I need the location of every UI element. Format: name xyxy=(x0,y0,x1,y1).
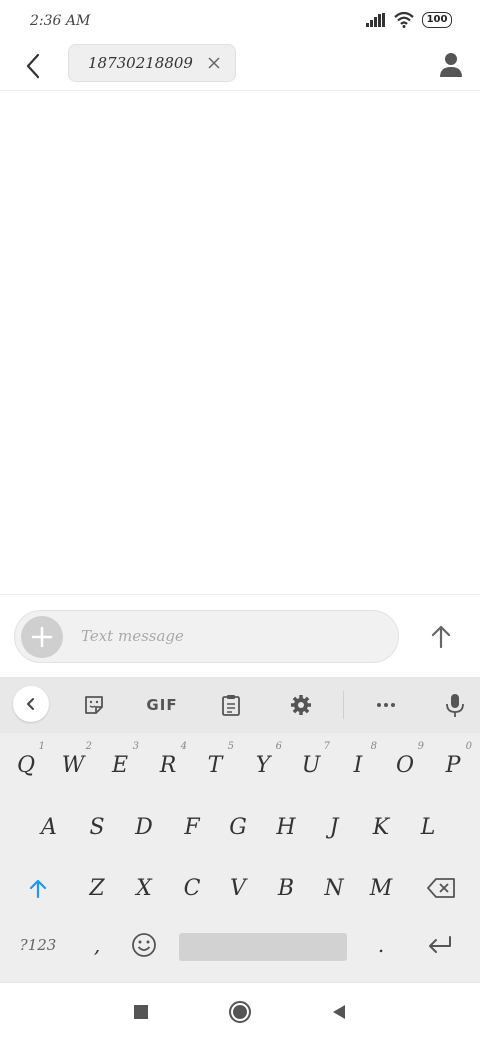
microphone-icon xyxy=(446,694,464,717)
emoji-key[interactable] xyxy=(122,917,166,973)
comma-key[interactable]: , xyxy=(75,917,119,973)
system-nav-bar xyxy=(0,982,480,1041)
shift-key[interactable] xyxy=(16,860,60,916)
enter-key[interactable] xyxy=(418,917,462,973)
contact-button[interactable] xyxy=(436,50,466,80)
sticker-icon xyxy=(85,696,103,714)
key-i[interactable]: I8 xyxy=(336,737,380,793)
key-row-2: A S D F G H J K L xyxy=(0,799,480,859)
triangle-back-icon xyxy=(333,1005,345,1019)
space-key[interactable] xyxy=(179,933,347,961)
gif-label: GIF xyxy=(146,696,178,714)
key-j[interactable]: J xyxy=(312,799,356,855)
attach-button[interactable] xyxy=(21,616,63,658)
key-b[interactable]: B xyxy=(264,860,308,916)
plus-icon xyxy=(31,626,53,648)
key-hint: 9 xyxy=(417,741,424,752)
key-n[interactable]: N xyxy=(312,860,356,916)
wifi-icon xyxy=(394,12,414,28)
backspace-key[interactable] xyxy=(420,860,464,916)
compose-area xyxy=(0,594,480,677)
key-k[interactable]: K xyxy=(359,799,403,855)
home-button[interactable] xyxy=(227,999,253,1025)
key-t[interactable]: T5 xyxy=(193,737,237,793)
key-z[interactable]: Z xyxy=(75,860,119,916)
key-hint: 4 xyxy=(180,741,187,752)
sticker-button[interactable] xyxy=(78,689,110,721)
key-x[interactable]: X xyxy=(122,860,166,916)
key-f[interactable]: F xyxy=(170,799,214,855)
nav-back-button[interactable] xyxy=(326,999,352,1025)
remove-recipient-icon[interactable] xyxy=(207,56,221,70)
key-r[interactable]: R4 xyxy=(146,737,190,793)
key-h[interactable]: H xyxy=(264,799,308,855)
key-hint: 2 xyxy=(85,741,92,752)
send-button[interactable] xyxy=(424,619,458,653)
status-time: 2:36 AM xyxy=(30,13,91,29)
key-hint: 0 xyxy=(465,741,472,752)
period-key[interactable]: . xyxy=(359,917,403,973)
key-l[interactable]: L xyxy=(406,799,450,855)
shift-arrow-icon xyxy=(29,879,47,899)
key-m[interactable]: M xyxy=(359,860,403,916)
message-thread xyxy=(0,91,480,594)
key-v[interactable]: V xyxy=(216,860,260,916)
key-y[interactable]: Y6 xyxy=(241,737,285,793)
keyboard-toolbar: GIF xyxy=(0,677,480,733)
app-bar: 18730218809 xyxy=(0,42,480,91)
more-options-button[interactable] xyxy=(370,689,402,721)
more-horizontal-icon xyxy=(377,703,395,707)
toolbar-collapse-button[interactable] xyxy=(13,686,49,722)
message-input[interactable] xyxy=(81,623,381,649)
recipient-number: 18730218809 xyxy=(88,54,193,72)
recents-button[interactable] xyxy=(128,999,154,1025)
key-hint: 6 xyxy=(275,741,282,752)
key-q[interactable]: Q1 xyxy=(4,737,48,793)
signal-icon xyxy=(366,13,385,27)
status-bar: 2:36 AM 100 xyxy=(0,0,480,42)
send-arrow-icon xyxy=(431,625,451,649)
key-c[interactable]: C xyxy=(170,860,214,916)
key-hint: 5 xyxy=(227,741,234,752)
compose-box xyxy=(14,610,399,663)
key-g[interactable]: G xyxy=(216,799,260,855)
key-o[interactable]: O9 xyxy=(383,737,427,793)
key-hint: 7 xyxy=(323,741,330,752)
settings-button[interactable] xyxy=(285,689,317,721)
symbols-key[interactable]: ?123 xyxy=(16,917,60,973)
key-w[interactable]: W2 xyxy=(51,737,95,793)
key-hint: 8 xyxy=(370,741,377,752)
back-arrow-icon xyxy=(26,53,40,79)
enter-icon xyxy=(429,936,451,953)
key-hint: 1 xyxy=(38,741,45,752)
square-icon xyxy=(134,1005,148,1019)
status-icons: 100 xyxy=(366,12,452,28)
home-circle-icon xyxy=(229,1001,251,1023)
chevron-left-icon xyxy=(27,698,34,710)
back-button[interactable] xyxy=(18,50,50,82)
key-row-1: Q1 W2 E3 R4 T5 Y6 U7 I8 O9 P0 xyxy=(0,737,480,797)
emoji-icon xyxy=(132,933,156,957)
key-a[interactable]: A xyxy=(27,799,71,855)
battery-indicator: 100 xyxy=(422,12,452,28)
key-p[interactable]: P0 xyxy=(431,737,475,793)
clipboard-icon xyxy=(222,695,240,716)
person-icon xyxy=(440,53,462,77)
toolbar-divider xyxy=(343,691,344,719)
key-hint: 3 xyxy=(132,741,139,752)
recipient-chip[interactable]: 18730218809 xyxy=(68,44,236,82)
key-d[interactable]: D xyxy=(122,799,166,855)
key-row-3: Z X C V B N M xyxy=(0,860,480,920)
battery-level: 100 xyxy=(422,12,452,28)
gif-button[interactable]: GIF xyxy=(146,689,178,721)
keyboard: GIF Q 1 W 2 E 3 R 4 T 5 Y 6 U 7 I 8 O 9 … xyxy=(0,677,480,982)
voice-input-button[interactable] xyxy=(439,689,471,721)
key-u[interactable]: U7 xyxy=(289,737,333,793)
backspace-icon xyxy=(427,878,455,898)
clipboard-button[interactable] xyxy=(215,689,247,721)
key-s[interactable]: S xyxy=(75,799,119,855)
gear-icon xyxy=(291,695,311,715)
key-e[interactable]: E3 xyxy=(98,737,142,793)
